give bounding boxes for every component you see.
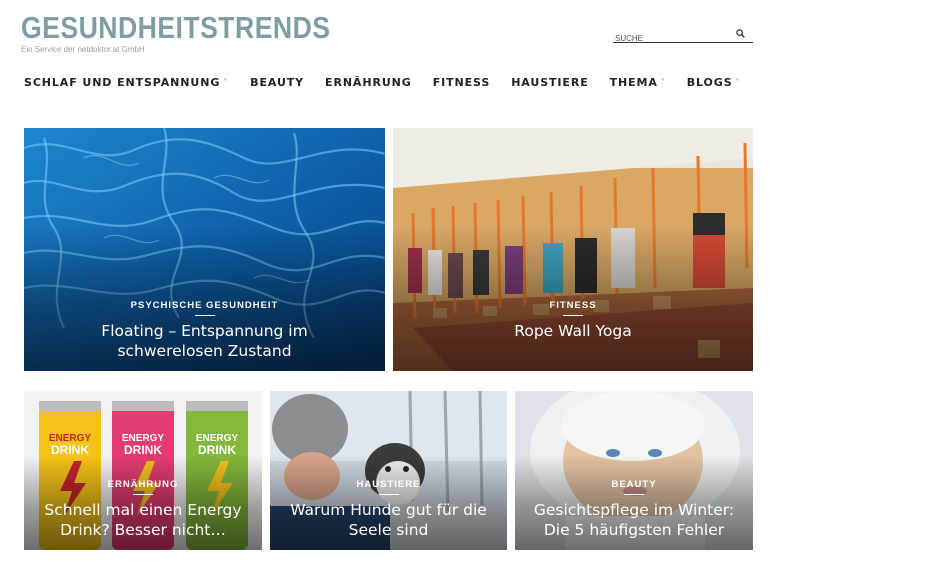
nav-item-blogs[interactable]: BLOGS ˅ <box>687 76 741 89</box>
article-caption: HAUSTIERE Warum Hunde gut für die Seele … <box>270 479 507 540</box>
nav-item-haustiere[interactable]: HAUSTIERE <box>511 76 588 89</box>
site-title[interactable]: GESUNDHEITSTRENDS <box>21 12 330 44</box>
article-title-line: Floating – Entspannung im <box>101 322 308 340</box>
nav-label: BLOGS <box>686 76 733 89</box>
caption-divider <box>194 315 215 316</box>
article-caption: BEAUTY Gesichtspflege im Winter: Die 5 h… <box>515 479 753 540</box>
caption-divider <box>624 494 644 495</box>
nav-item-fitness[interactable]: FITNESS <box>433 76 490 89</box>
article-category[interactable]: BEAUTY <box>515 479 753 490</box>
nav-label: FITNESS <box>432 76 491 89</box>
article-card-floating[interactable]: PSYCHISCHE GESUNDHEIT Floating – Entspan… <box>24 128 385 371</box>
chevron-down-icon: ˅ <box>735 78 741 87</box>
chevron-down-icon: ˅ <box>660 78 666 87</box>
site-subtitle: Ein Service der netdoktor.at GmbH <box>21 45 145 54</box>
article-category[interactable]: PSYCHISCHE GESUNDHEIT <box>24 300 385 311</box>
nav-item-ernaehrung[interactable]: ERNÄHRUNG <box>325 76 412 89</box>
caption-divider <box>563 315 583 316</box>
article-card-rope-wall-yoga[interactable]: FITNESS Rope Wall Yoga <box>393 128 753 371</box>
site-logo[interactable]: GESUNDHEITSTRENDS Ein Service der netdok… <box>21 12 381 55</box>
article-title-line: Drink? Besser nicht… <box>60 521 226 539</box>
search-box <box>613 26 753 46</box>
nav-label: HAUSTIERE <box>511 76 589 89</box>
article-title[interactable]: Schnell mal einen Energy Drink? Besser n… <box>24 500 262 540</box>
article-title-line: schwerelosen Zustand <box>117 342 292 360</box>
article-category[interactable]: FITNESS <box>393 300 753 311</box>
article-caption: ERNÄHRUNG Schnell mal einen Energy Drink… <box>24 479 262 540</box>
article-title-line: Seele sind <box>348 521 429 539</box>
article-title-line: Gesichtspflege im Winter: <box>533 501 735 519</box>
chevron-down-icon: ˅ <box>223 78 229 87</box>
nav-item-schlaf-und-entspannung[interactable]: SCHLAF UND ENTSPANNUNG ˅ <box>24 76 228 89</box>
caption-divider <box>133 494 153 495</box>
article-category[interactable]: HAUSTIERE <box>270 479 507 490</box>
nav-label: SCHLAF UND ENTSPANNUNG <box>24 76 221 89</box>
article-card-gesichtspflege[interactable]: BEAUTY Gesichtspflege im Winter: Die 5 h… <box>515 391 753 550</box>
article-card-hunde[interactable]: HAUSTIERE Warum Hunde gut für die Seele … <box>270 391 507 550</box>
nav-label: THEMA <box>609 76 658 89</box>
article-title-line: Die 5 häufigsten Fehler <box>543 521 725 539</box>
nav-label: ERNÄHRUNG <box>325 76 412 89</box>
article-caption: FITNESS Rope Wall Yoga <box>393 300 753 341</box>
article-title-line: Warum Hunde gut für die <box>290 501 487 519</box>
article-title[interactable]: Warum Hunde gut für die Seele sind <box>270 500 507 540</box>
image-overlay <box>393 225 753 371</box>
article-category[interactable]: ERNÄHRUNG <box>24 479 262 490</box>
article-title[interactable]: Gesichtspflege im Winter: Die 5 häufigst… <box>515 500 753 540</box>
article-title-line: Rope Wall Yoga <box>514 322 632 340</box>
nav-label: BEAUTY <box>250 76 305 89</box>
nav-item-beauty[interactable]: BEAUTY <box>250 76 304 89</box>
article-card-energy-drink[interactable]: ENERGY DRINK ENERGY DRINK ENERGY DRINK ERNÄ… <box>24 391 262 550</box>
search-icon[interactable] <box>736 29 745 38</box>
article-title-line: Schnell mal einen Energy <box>44 501 242 519</box>
main-nav: SCHLAF UND ENTSPANNUNG ˅ BEAUTY ERNÄHRUNG… <box>24 76 740 89</box>
nav-item-thema[interactable]: THEMA ˅ <box>610 76 666 89</box>
search-input[interactable] <box>613 31 733 46</box>
article-title[interactable]: Rope Wall Yoga <box>393 321 753 341</box>
caption-divider <box>378 494 399 495</box>
article-title[interactable]: Floating – Entspannung im schwerelosen Z… <box>24 321 385 361</box>
article-caption: PSYCHISCHE GESUNDHEIT Floating – Entspan… <box>24 300 385 361</box>
